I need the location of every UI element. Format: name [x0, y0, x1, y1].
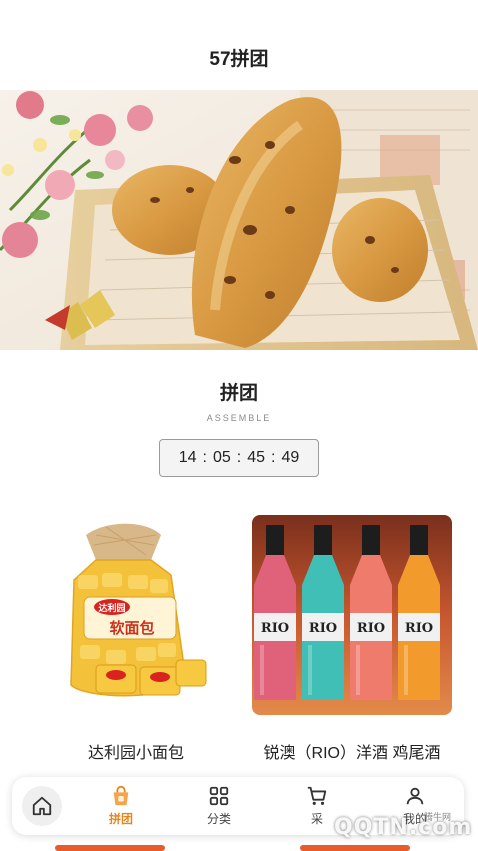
bottle-label: RIO: [309, 621, 337, 636]
product-card[interactable]: RIO RIO RIO RIO 锐澳（RIO）洋酒 鸡尾酒: [252, 515, 452, 763]
tab-group-buy[interactable]: 拼团: [72, 777, 170, 835]
home-button-bg: [22, 786, 62, 826]
countdown-separator: :: [236, 449, 242, 466]
home-button[interactable]: [12, 777, 72, 835]
countdown-minutes: 05: [212, 449, 231, 466]
bottle-label: RIO: [405, 621, 433, 636]
home-icon: [32, 796, 52, 816]
tab-label: 拼团: [108, 812, 133, 826]
countdown-fraction: 49: [281, 449, 300, 466]
countdown-seconds: 45: [247, 449, 266, 466]
pack-brand: 达利园: [98, 602, 125, 614]
product-card[interactable]: 达利园 软面包 达利园小面包: [36, 515, 236, 763]
tab-label: 分类: [206, 812, 231, 826]
product-name[interactable]: 达利园小面包: [36, 739, 236, 763]
cocktail-bottles-icon: RIO RIO RIO RIO: [252, 515, 452, 715]
product-image[interactable]: 达利园 软面包: [36, 515, 236, 715]
section-title: 拼团: [219, 383, 258, 404]
bottle-label: RIO: [357, 621, 385, 636]
countdown-separator: :: [271, 449, 276, 466]
countdown-timer: 14 : 05 : 45 : 49: [159, 439, 319, 477]
product-name[interactable]: 锐澳（RIO）洋酒 鸡尾酒: [252, 739, 452, 763]
countdown-hours: 14: [178, 449, 197, 466]
bottom-edge-strip: [55, 845, 410, 851]
watermark-logo: QQTN.com: [334, 815, 473, 840]
countdown-separator: :: [202, 449, 207, 466]
bread-bag-icon: 达利园 软面包: [36, 515, 236, 715]
page-title: 57拼团: [209, 48, 269, 70]
product-image[interactable]: RIO RIO RIO RIO: [252, 515, 452, 715]
grid-icon: [209, 786, 229, 806]
shopping-bag-icon: [113, 785, 129, 806]
bottle-label: RIO: [261, 621, 289, 636]
tab-category[interactable]: 分类: [170, 777, 268, 835]
tab-label: 采: [310, 812, 323, 826]
banner-image[interactable]: [0, 90, 478, 350]
cart-icon: [307, 786, 327, 805]
user-icon: [406, 787, 424, 805]
pack-label: 软面包: [109, 619, 154, 637]
top-bar: 57拼团: [0, 0, 478, 90]
section-subtitle: ASSEMBLE: [206, 413, 272, 423]
bread-photo: [0, 90, 478, 350]
watermark-small: 腾牛网: [424, 812, 452, 822]
